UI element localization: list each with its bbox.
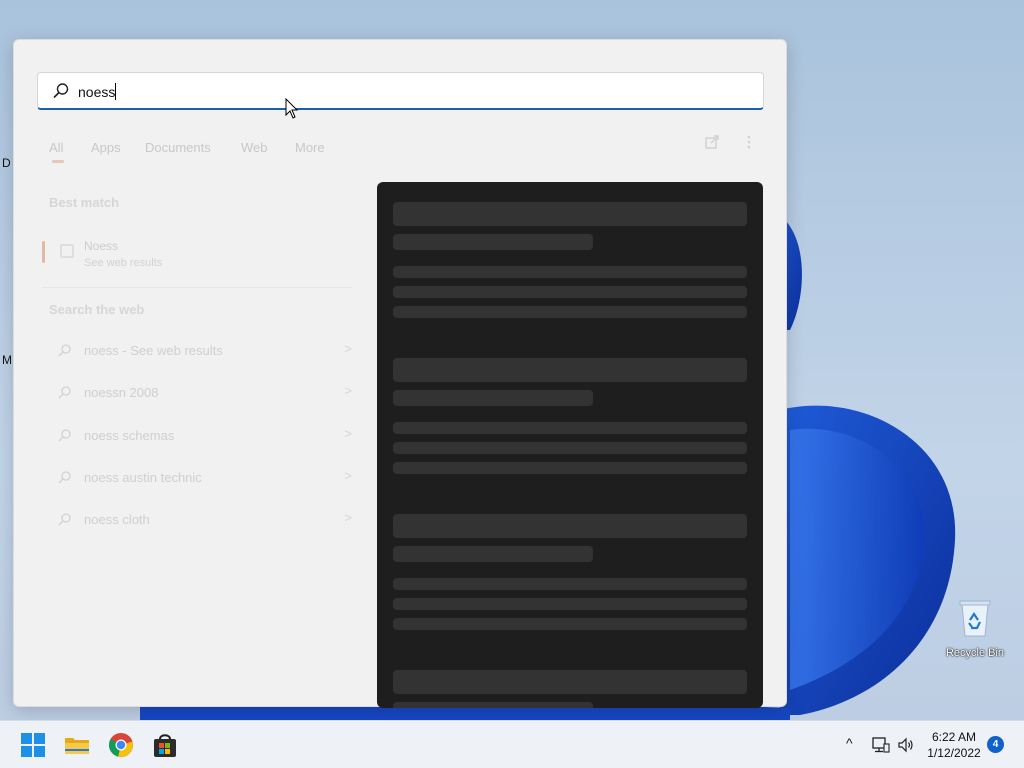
chrome-icon[interactable] xyxy=(108,732,134,758)
web-result-text: noess - See web results xyxy=(84,343,223,358)
store-icon[interactable] xyxy=(152,732,178,758)
chevron-right-icon: > xyxy=(344,426,352,441)
show-hidden-icons-chevron-icon[interactable]: ^ xyxy=(846,735,853,751)
web-result-text: noess austin technic xyxy=(84,470,202,485)
skeleton-bar xyxy=(393,578,747,590)
volume-icon[interactable] xyxy=(897,736,915,754)
tab-documents[interactable]: Documents xyxy=(145,140,211,155)
best-match-title: Noess xyxy=(84,239,119,253)
clock-date: 1/12/2022 xyxy=(927,746,981,760)
web-result-item[interactable]: noess cloth > xyxy=(42,504,352,538)
chevron-right-icon: > xyxy=(344,510,352,525)
search-input[interactable]: noess xyxy=(78,83,117,100)
web-result-text: noessn 2008 xyxy=(84,385,159,400)
desktop-icon-label[interactable]: M xyxy=(2,353,12,367)
recycle-bin[interactable]: Recycle Bin xyxy=(940,598,1010,659)
skeleton-bar xyxy=(393,702,593,708)
text-caret xyxy=(115,83,117,100)
chevron-right-icon: > xyxy=(344,383,352,398)
skeleton-bar xyxy=(393,598,747,610)
clock-time: 6:22 AM xyxy=(931,730,977,744)
search-web-heading: Search the web xyxy=(49,302,145,317)
search-icon xyxy=(58,429,71,442)
search-icon xyxy=(58,344,71,357)
notification-badge[interactable]: 4 xyxy=(987,736,1004,753)
document-icon xyxy=(60,244,74,258)
skeleton-bar xyxy=(393,442,747,454)
section-divider xyxy=(42,287,352,288)
skeleton-bar xyxy=(393,266,747,278)
taskbar: ^ 6:22 AM 1/12/2022 4 xyxy=(0,720,1024,768)
search-icon xyxy=(58,513,71,526)
skeleton-bar xyxy=(393,234,593,250)
web-result-item[interactable]: noess - See web results > xyxy=(42,335,352,369)
search-panel: noess All Apps Documents Web More Best m… xyxy=(13,39,787,708)
selection-accent xyxy=(42,241,45,263)
web-result-item[interactable]: noess austin technic > xyxy=(42,462,352,496)
file-explorer-icon[interactable] xyxy=(64,732,90,758)
search-icon xyxy=(58,471,71,484)
share-icon[interactable] xyxy=(704,134,720,153)
skeleton-bar xyxy=(393,286,747,298)
preview-pane-loading xyxy=(377,182,763,708)
skeleton-bar xyxy=(393,358,747,382)
system-clock[interactable]: 6:22 AM 1/12/2022 xyxy=(920,729,988,761)
best-match-item[interactable]: Noess See web results xyxy=(42,235,352,281)
tab-web[interactable]: Web xyxy=(241,140,268,155)
chevron-right-icon: > xyxy=(344,468,352,483)
active-tab-indicator xyxy=(52,160,64,163)
skeleton-bar xyxy=(393,514,747,538)
more-options-icon[interactable] xyxy=(746,134,752,153)
web-result-item[interactable]: noess schemas > xyxy=(42,420,352,454)
skeleton-bar xyxy=(393,390,593,406)
skeleton-bar xyxy=(393,306,747,318)
skeleton-bar xyxy=(393,618,747,630)
recycle-bin-icon xyxy=(959,600,991,637)
search-query-text: noess xyxy=(78,84,116,100)
recycle-bin-label: Recycle Bin xyxy=(945,647,1005,659)
web-result-item[interactable]: noessn 2008 > xyxy=(42,377,352,411)
skeleton-bar xyxy=(393,422,747,434)
skeleton-bar xyxy=(393,670,747,694)
best-match-heading: Best match xyxy=(49,195,120,210)
skeleton-bar xyxy=(393,546,593,562)
search-icon xyxy=(58,386,71,399)
skeleton-bar xyxy=(393,462,747,474)
best-match-subtitle: See web results xyxy=(84,257,163,269)
tab-more[interactable]: More xyxy=(295,140,325,155)
network-icon[interactable] xyxy=(872,736,890,754)
tab-apps[interactable]: Apps xyxy=(91,140,121,155)
tab-all[interactable]: All xyxy=(49,140,63,155)
search-icon xyxy=(53,83,69,99)
search-box[interactable]: noess xyxy=(37,72,764,110)
web-result-text: noess cloth xyxy=(84,512,150,527)
web-result-text: noess schemas xyxy=(84,428,175,443)
chevron-right-icon: > xyxy=(344,341,352,356)
desktop-icon-label[interactable]: D xyxy=(2,156,11,170)
mouse-cursor-icon xyxy=(285,98,299,119)
start-icon[interactable] xyxy=(20,732,46,758)
skeleton-bar xyxy=(393,202,747,226)
